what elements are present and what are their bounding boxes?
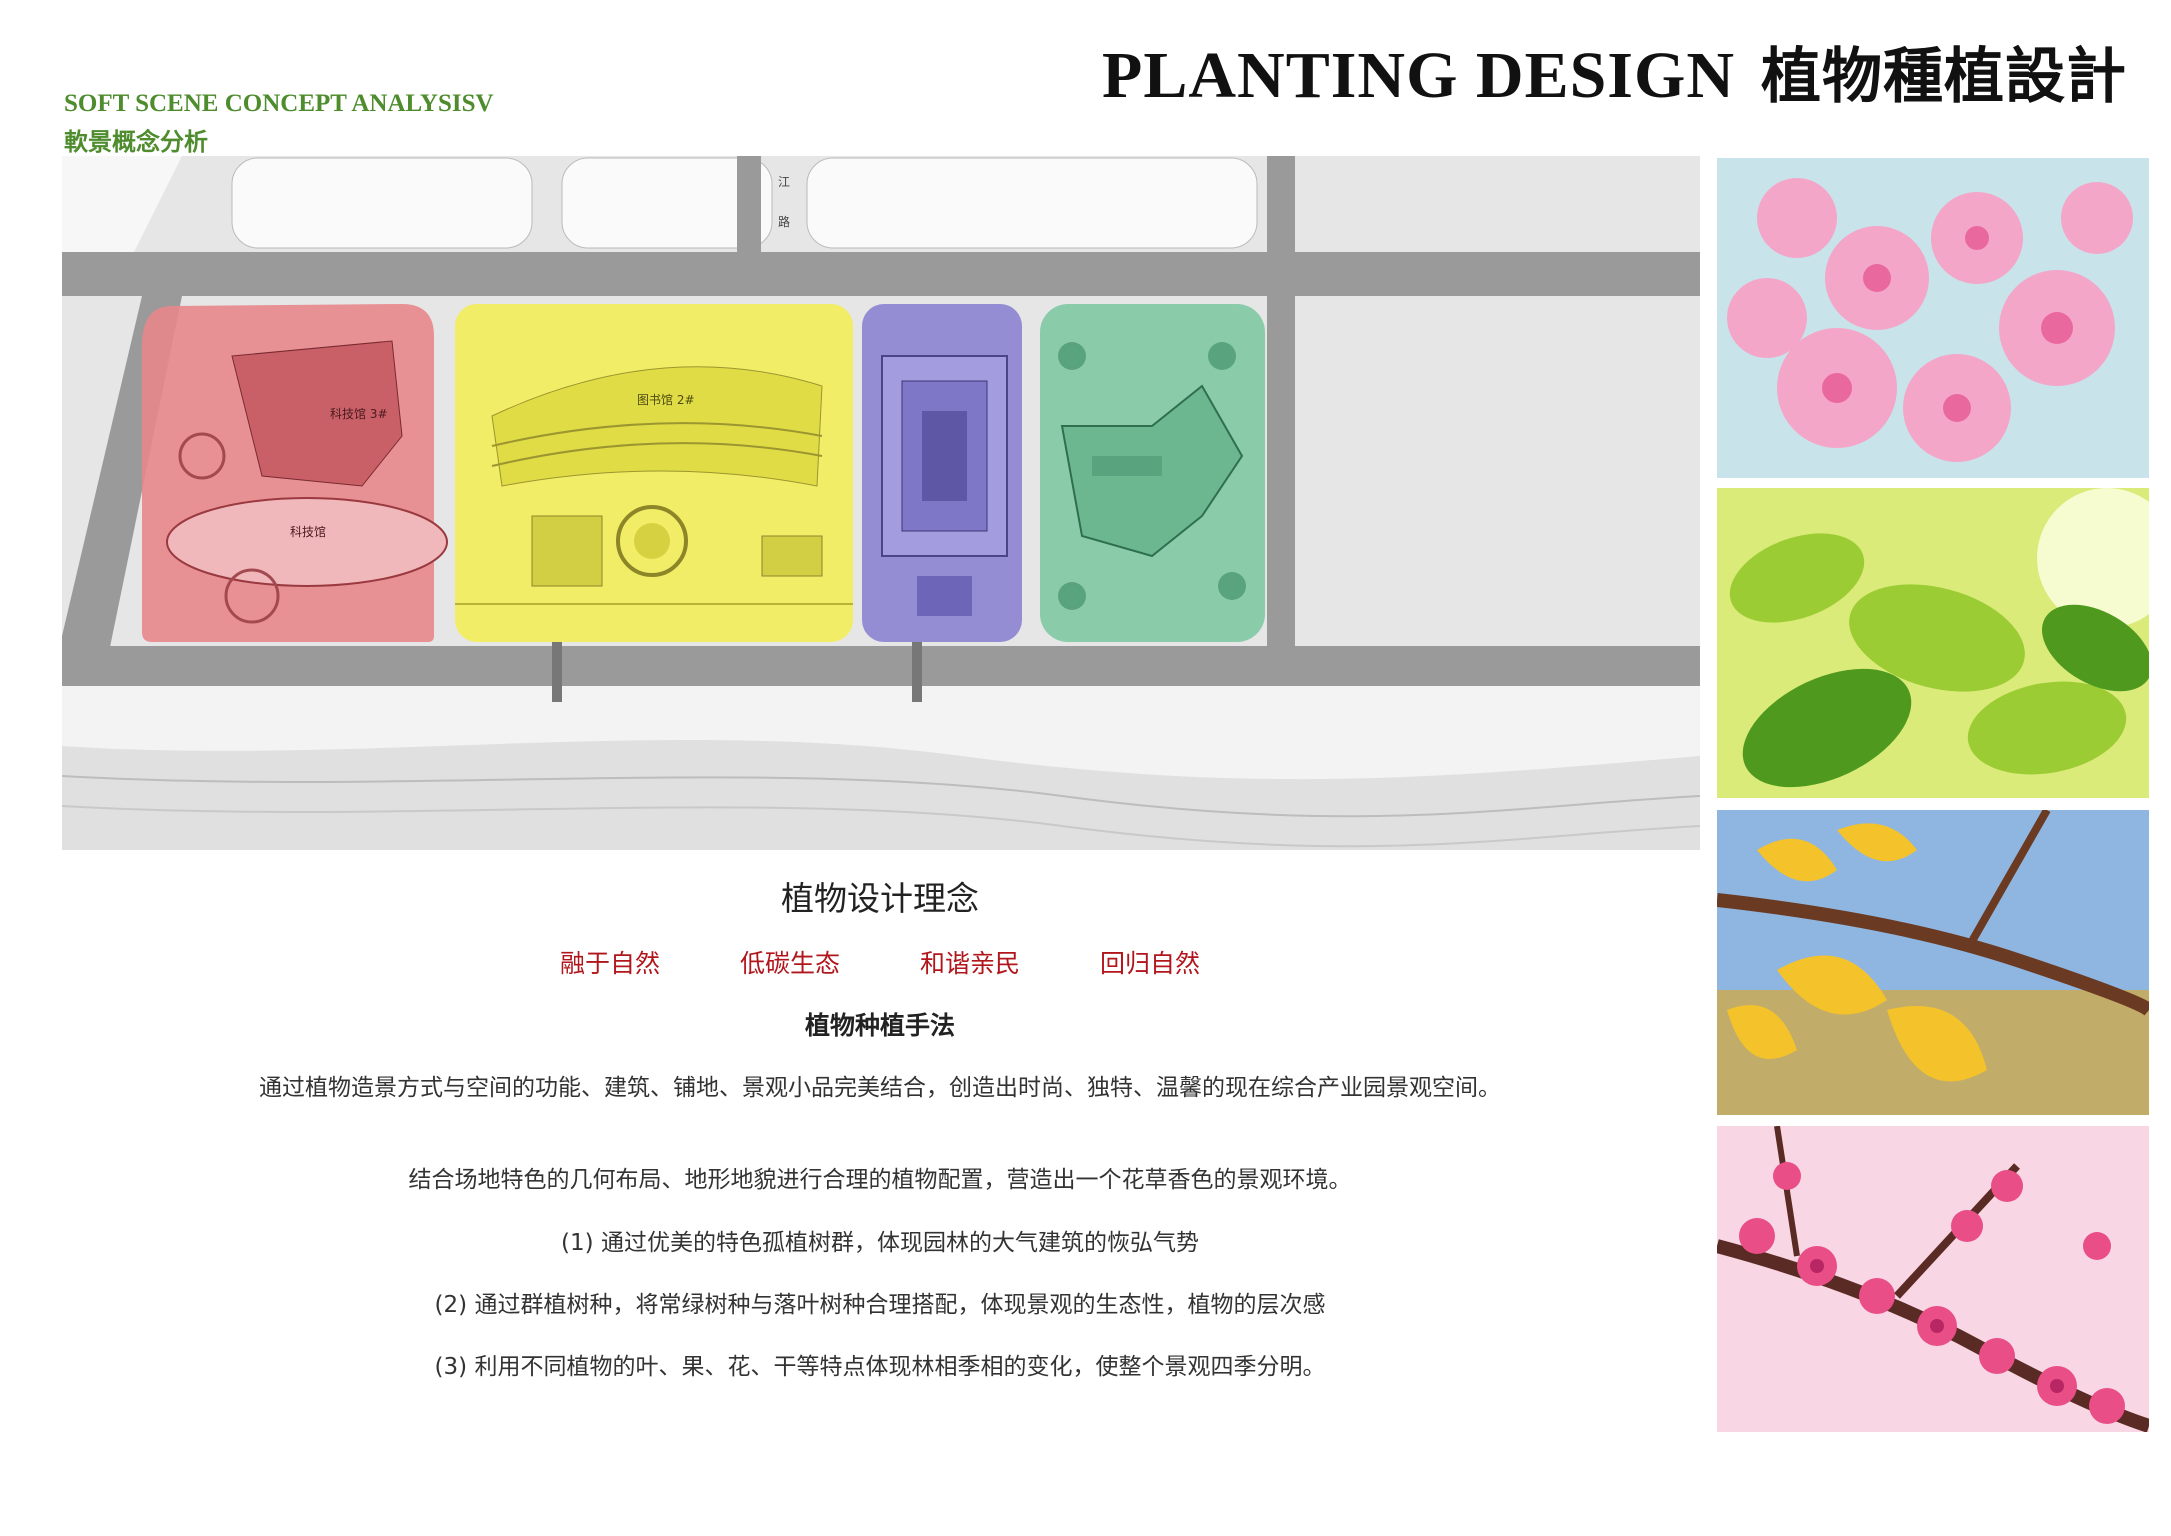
photo-green-leaves — [1717, 488, 2149, 808]
photo-ginkgo-leaves — [1717, 810, 2149, 1130]
zone-green — [1040, 304, 1265, 642]
label-road2: 路 — [778, 214, 790, 229]
list-item-2: (2) 通过群植树种，将常绿树种与落叶树种合理搭配，体现景观的生态性，植物的层次… — [434, 1292, 1326, 1318]
page-title: PLANTING DESIGN 植物種植設計 — [1102, 28, 2127, 115]
photo-cherry-blossom — [1717, 158, 2149, 478]
list-item-3: (3) 利用不同植物的叶、果、花、干等特点体现林相季相的变化，使整个景观四季分明… — [434, 1354, 1326, 1380]
label-library: 图书馆 2# — [637, 392, 695, 407]
principle-4: 回归自然 — [1099, 949, 1200, 978]
method-title: 植物种植手法 — [804, 1011, 955, 1040]
subtitle-en: SOFT SCENE CONCEPT ANALYSISV — [64, 90, 494, 117]
principle-2: 低碳生态 — [740, 949, 841, 978]
paragraph-1: 通过植物造景方式与空间的功能、建筑、铺地、景观小品完美结合，创造出时尚、独特、温… — [259, 1075, 1501, 1101]
subtitle-zh: 軟景概念分析 — [64, 128, 208, 156]
label-tech-hall-bottom: 科技馆 — [290, 524, 326, 539]
concept-title: 植物设计理念 — [781, 879, 979, 918]
principle-3: 和谐亲民 — [919, 949, 1020, 978]
principle-1: 融于自然 — [560, 949, 661, 978]
paragraph-2: 结合场地特色的几何布局、地形地貌进行合理的植物配置，营造出一个花草香色的景观环境… — [408, 1167, 1352, 1193]
zone-yellow: 图书馆 2# — [455, 304, 853, 642]
zone-red: 科技馆 3# 科技馆 — [142, 304, 448, 642]
principles-row: 融于自然 低碳生态 和谐亲民 回归自然 — [0, 944, 1760, 980]
site-plan-drawing: 科技馆 3# 科技馆 图书馆 2# 江 路 — [62, 156, 1700, 850]
title-en: PLANTING DESIGN — [1102, 39, 1735, 112]
photo-plum-blossom — [1717, 1126, 2149, 1446]
site-plan: 科技馆 3# 科技馆 图书馆 2# 江 路 — [62, 156, 1700, 850]
zone-purple — [862, 304, 1022, 642]
label-road: 江 — [778, 175, 790, 189]
label-tech-hall-top: 科技馆 3# — [330, 406, 388, 421]
title-zh: 植物種植設計 — [1761, 42, 2127, 112]
list-item-1: (1) 通过优美的特色孤植树群，体现园林的大气建筑的恢弘气势 — [561, 1230, 1199, 1256]
